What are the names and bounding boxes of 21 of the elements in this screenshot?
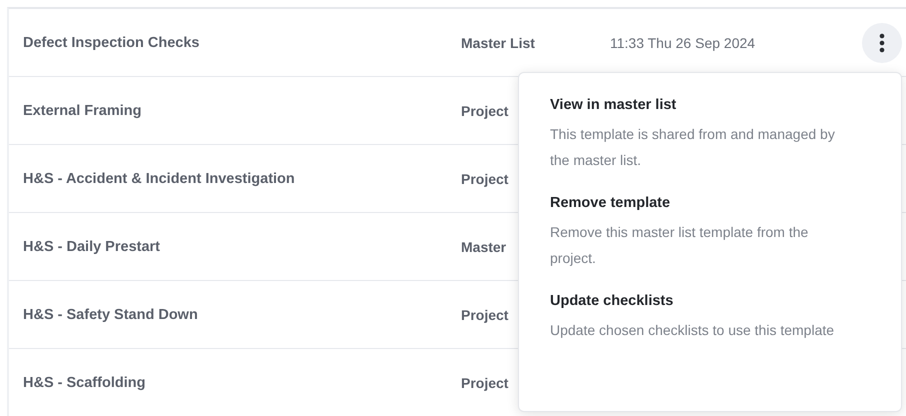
menu-item[interactable]: Remove template bbox=[550, 195, 871, 211]
menu-item-description: Update chosen checklists to use this template bbox=[550, 321, 836, 340]
menu-item[interactable]: Update checklists bbox=[550, 293, 871, 309]
updated-date: 11:33 Thu 26 Sep 2024 bbox=[610, 34, 756, 50]
menu-item[interactable]: View in master list bbox=[550, 97, 871, 113]
menu-item-description: Remove this master list template from the project. bbox=[550, 223, 810, 268]
more-icon bbox=[879, 32, 885, 52]
template-type: Project bbox=[461, 170, 508, 186]
menu-item-description: This template is shared from and managed by the master list. bbox=[550, 125, 836, 170]
template-name: External Framing bbox=[22, 102, 142, 118]
template-type: Project bbox=[461, 374, 508, 390]
more-options-button[interactable] bbox=[862, 22, 902, 62]
template-name: H&S - Accident & Incident Investigation bbox=[22, 170, 296, 186]
template-type: Project bbox=[461, 102, 508, 118]
template-name: H&S - Daily Prestart bbox=[22, 238, 161, 254]
template-name: H&S - Scaffolding bbox=[22, 374, 146, 390]
template-type: Master bbox=[461, 238, 506, 254]
template-name: Defect Inspection Checks bbox=[22, 34, 200, 50]
template-type: Master List bbox=[461, 34, 535, 50]
template-name: H&S - Safety Stand Down bbox=[22, 306, 199, 322]
template-type: Project bbox=[461, 306, 508, 322]
